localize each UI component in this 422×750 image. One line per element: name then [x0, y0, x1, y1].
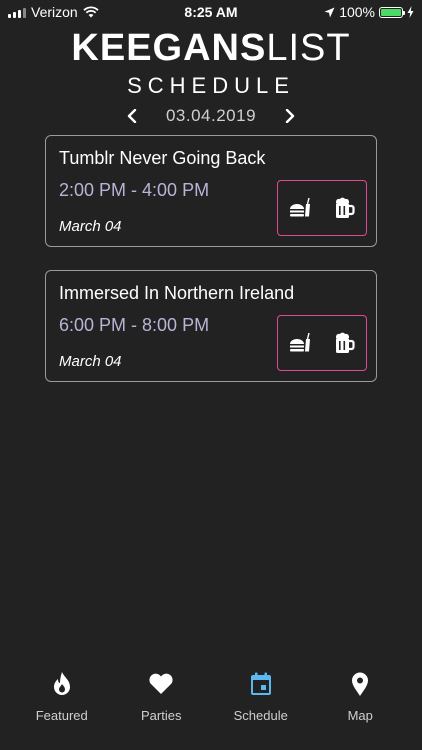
- beer-icon: [335, 197, 355, 218]
- beer-icon: [335, 332, 355, 353]
- battery-percent: 100%: [339, 4, 375, 20]
- previous-date-button[interactable]: [122, 106, 142, 126]
- heart-icon: [148, 670, 174, 698]
- food-icon: [290, 332, 310, 352]
- event-card[interactable]: Immersed In Northern Ireland 6:00 PM - 8…: [45, 270, 377, 382]
- amenities-box: [277, 180, 367, 236]
- tab-bar: Featured Parties Schedule Map: [0, 664, 422, 750]
- event-card[interactable]: Tumblr Never Going Back 2:00 PM - 4:00 P…: [45, 135, 377, 247]
- event-time: 2:00 PM - 4:00 PM: [59, 180, 210, 200]
- current-date: 03.04.2019: [165, 106, 257, 125]
- chevron-left-icon: [127, 109, 137, 123]
- flame-icon: [51, 670, 73, 698]
- next-date-button[interactable]: [280, 106, 300, 126]
- tab-featured[interactable]: Featured: [17, 664, 107, 723]
- date-navigator: 03.04.2019: [0, 104, 422, 128]
- tab-parties[interactable]: Parties: [116, 664, 206, 723]
- app-logo: KEEGANSLIST: [0, 26, 422, 70]
- food-icon: [290, 197, 310, 217]
- tab-label: Map: [347, 708, 373, 723]
- location-arrow-icon: [324, 7, 335, 17]
- status-right: 100%: [324, 4, 414, 20]
- tab-schedule[interactable]: Schedule: [216, 664, 306, 723]
- page-title: SCHEDULE: [127, 73, 295, 98]
- chevron-right-icon: [285, 109, 295, 123]
- event-title: Immersed In Northern Ireland: [59, 283, 295, 303]
- status-bar: Verizon 8:25 AM 100%: [0, 0, 422, 24]
- tab-label: Featured: [35, 708, 88, 723]
- map-pin-icon: [350, 670, 370, 698]
- tab-map[interactable]: Map: [315, 664, 405, 723]
- tab-label: Schedule: [233, 708, 288, 723]
- event-title: Tumblr Never Going Back: [59, 148, 266, 168]
- calendar-icon: [250, 670, 272, 698]
- logo-light-text: LIST: [266, 27, 351, 69]
- charging-icon: [407, 6, 414, 18]
- battery-icon: [379, 6, 405, 18]
- event-date: March 04: [59, 353, 122, 370]
- amenities-box: [277, 315, 367, 371]
- event-date: March 04: [59, 218, 122, 235]
- logo-bold-text: KEEGANS: [71, 27, 267, 69]
- tab-label: Parties: [141, 708, 182, 723]
- event-time: 6:00 PM - 8:00 PM: [59, 315, 210, 335]
